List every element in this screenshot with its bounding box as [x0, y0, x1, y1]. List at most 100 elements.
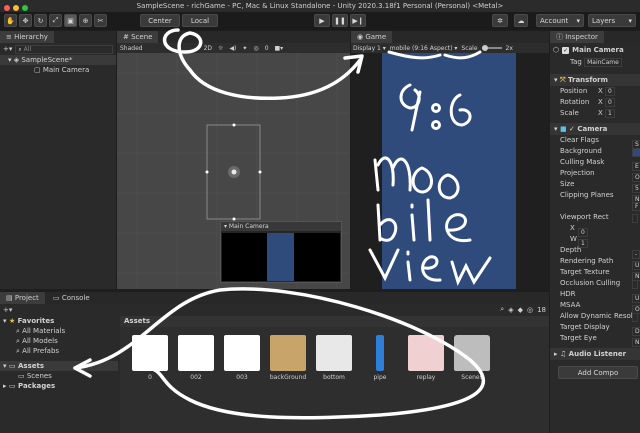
game-panel: ◉ Game Display 1 ▾ mobile (9:16 Aspect) … [351, 31, 549, 289]
scene-viewport[interactable]: ▾ Main Camera [117, 53, 350, 289]
pivot-space-button[interactable]: Local [182, 14, 218, 27]
cloud-button[interactable]: ☁ [514, 14, 528, 27]
custom-tool-button[interactable]: ✂ [94, 14, 107, 27]
tab-scene[interactable]: # Scene [117, 31, 159, 43]
camera-value-field[interactable] [632, 280, 638, 289]
search-icon[interactable]: ⌕ [500, 305, 504, 314]
object-name-field[interactable]: Main Camera [572, 46, 624, 54]
window-title: SampleScene - richGame - PC, Mac & Linux… [136, 2, 504, 10]
maximize-window-button[interactable] [22, 5, 28, 11]
transform-tools: ✋ ✥ ↻ ⤢ ▣ ⊕ ✂ [4, 14, 107, 27]
rotate-icon: ↻ [37, 16, 44, 25]
scale-slider[interactable] [481, 45, 502, 51]
scale-icon: ⤢ [52, 16, 59, 24]
asset-item[interactable]: pipe [358, 335, 402, 381]
hidden-objects-icon[interactable]: ◎ [253, 45, 258, 52]
camera-value-field[interactable]: F [632, 202, 640, 211]
asset-item[interactable]: bottom [312, 335, 356, 381]
display-dropdown[interactable]: Display 1 ▾ [353, 45, 386, 52]
filter-type-icon[interactable]: ◈ [508, 306, 513, 314]
create-button[interactable]: +▾ [3, 306, 12, 314]
camera-row: Occlusion Culling [550, 278, 640, 289]
tab-inspector[interactable]: ⓘ Inspector [550, 31, 604, 43]
layers-dropdown[interactable]: Layers ▾ [588, 14, 636, 27]
gizmo-count-label: 0 [264, 44, 269, 52]
folder-icon: ▤ [6, 294, 15, 302]
transform-value-field[interactable]: 1 [605, 109, 615, 118]
asset-item[interactable]: 002 [174, 335, 218, 381]
tag-dropdown[interactable]: MainCame [584, 58, 622, 67]
pivot-center-button[interactable]: Center [140, 14, 180, 27]
project-toolbar: +▾ ⌕ ◈ ◆ ◎ 18 [0, 304, 549, 315]
pause-button[interactable]: ❚❚ [332, 14, 348, 27]
tab-hierarchy[interactable]: ≡ Hierarchy [0, 31, 54, 43]
aspect-dropdown[interactable]: mobile (9:16 Aspect) ▾ [390, 45, 458, 52]
hidden-packages-icon[interactable]: ◎ [527, 306, 533, 314]
rect-tool-button[interactable]: ▣ [64, 14, 77, 27]
window-titlebar: SampleScene - richGame - PC, Mac & Linux… [0, 0, 640, 12]
minimize-window-button[interactable] [13, 5, 19, 11]
audio-listener-section-header[interactable]: ▸ ♫ Audio Listener [550, 348, 640, 360]
hierarchy-item-main-camera[interactable]: ▢ Main Camera [0, 65, 116, 75]
inspector-panel: ⓘ Inspector ⬡ ✓ Main Camera Tag MainCame… [550, 31, 640, 433]
add-object-button[interactable]: +▾ [3, 45, 12, 53]
tab-game[interactable]: ◉ Game [351, 31, 393, 43]
camera-row: W1 [550, 234, 640, 248]
favorites-item[interactable]: ▾ ★ Favorites [0, 316, 118, 326]
asset-item[interactable]: Scenes [450, 335, 494, 381]
add-component-button[interactable]: Add Compo [558, 366, 638, 379]
game-viewport[interactable] [351, 53, 549, 289]
assets-breadcrumb[interactable]: Assets [120, 316, 549, 327]
camera-preview-viewport [267, 233, 294, 281]
inspector-object-header: ⬡ ✓ Main Camera [550, 43, 640, 57]
packages-folder-item[interactable]: ▸ ▭ Packages [0, 381, 118, 391]
hierarchy-search-input[interactable]: ⌕ All [15, 44, 113, 54]
camera-value-field[interactable] [632, 214, 638, 223]
transform-tool-button[interactable]: ⊕ [79, 14, 92, 27]
camera-value-field[interactable] [632, 148, 640, 157]
account-dropdown[interactable]: Account ▾ [536, 14, 584, 27]
camera-row-label: HDR [560, 290, 576, 298]
filter-label-icon[interactable]: ◆ [518, 306, 523, 314]
hand-tool-button[interactable]: ✋ [4, 14, 17, 27]
collab-button[interactable]: ✲ [492, 14, 508, 27]
camera-row: Target DisplayD [550, 322, 640, 336]
favorite-item[interactable]: ⌕ All Prefabs [0, 346, 118, 356]
play-button[interactable]: ▶ [314, 14, 330, 27]
asset-item[interactable]: 003 [220, 335, 264, 381]
effects-icon[interactable]: ✦ [242, 45, 247, 52]
step-button[interactable]: ▶❙ [350, 14, 366, 27]
asset-item[interactable]: 0 [128, 335, 172, 381]
transform-section-header[interactable]: ▾ ⤧ Transform [550, 74, 640, 86]
transform-value-field[interactable]: 0 [605, 87, 615, 96]
favorite-item[interactable]: ⌕ All Materials [0, 326, 118, 336]
scene-root-item[interactable]: ▾ ◈ SampleScene* [0, 55, 116, 65]
list-icon: ≡ [6, 33, 15, 41]
scenes-folder-item[interactable]: ▭ Scenes [0, 371, 118, 381]
camera-value-field[interactable]: N [632, 338, 640, 347]
camera-row-label: X [570, 224, 575, 232]
camera-value-field[interactable] [632, 313, 638, 322]
audio-icon[interactable]: ◀) [229, 45, 236, 52]
move-tool-button[interactable]: ✥ [19, 14, 32, 27]
asset-item[interactable]: backGround [266, 335, 310, 381]
camera-settings-icon[interactable]: ■▾ [275, 45, 284, 52]
camera-section-header[interactable]: ▾ ■ ✓ Camera [550, 123, 640, 135]
tab-console[interactable]: ▭ Console [47, 292, 96, 304]
assets-folder-item[interactable]: ▾ ▭ Assets [0, 361, 118, 371]
transform-row-label: Position [560, 87, 588, 95]
lighting-icon[interactable]: ☼ [218, 45, 223, 52]
asset-item[interactable]: replay [404, 335, 448, 381]
tab-project[interactable]: ▤ Project [0, 292, 45, 304]
camera-row-label: Clear Flags [560, 136, 599, 144]
mode-2d-toggle[interactable]: 2D [204, 45, 212, 52]
transform-value-field[interactable]: 0 [605, 98, 615, 107]
close-window-button[interactable] [4, 5, 10, 11]
shading-mode-dropdown[interactable]: Shaded [120, 45, 143, 52]
inspector-header: ⓘ Inspector [550, 31, 640, 43]
favorite-item[interactable]: ⌕ All Models [0, 336, 118, 346]
rotate-tool-button[interactable]: ↻ [34, 14, 47, 27]
scale-tool-button[interactable]: ⤢ [49, 14, 62, 27]
favorites-list: ⌕ All Materials ⌕ All Models ⌕ All Prefabs [0, 326, 118, 356]
active-checkbox[interactable]: ✓ [562, 46, 570, 54]
